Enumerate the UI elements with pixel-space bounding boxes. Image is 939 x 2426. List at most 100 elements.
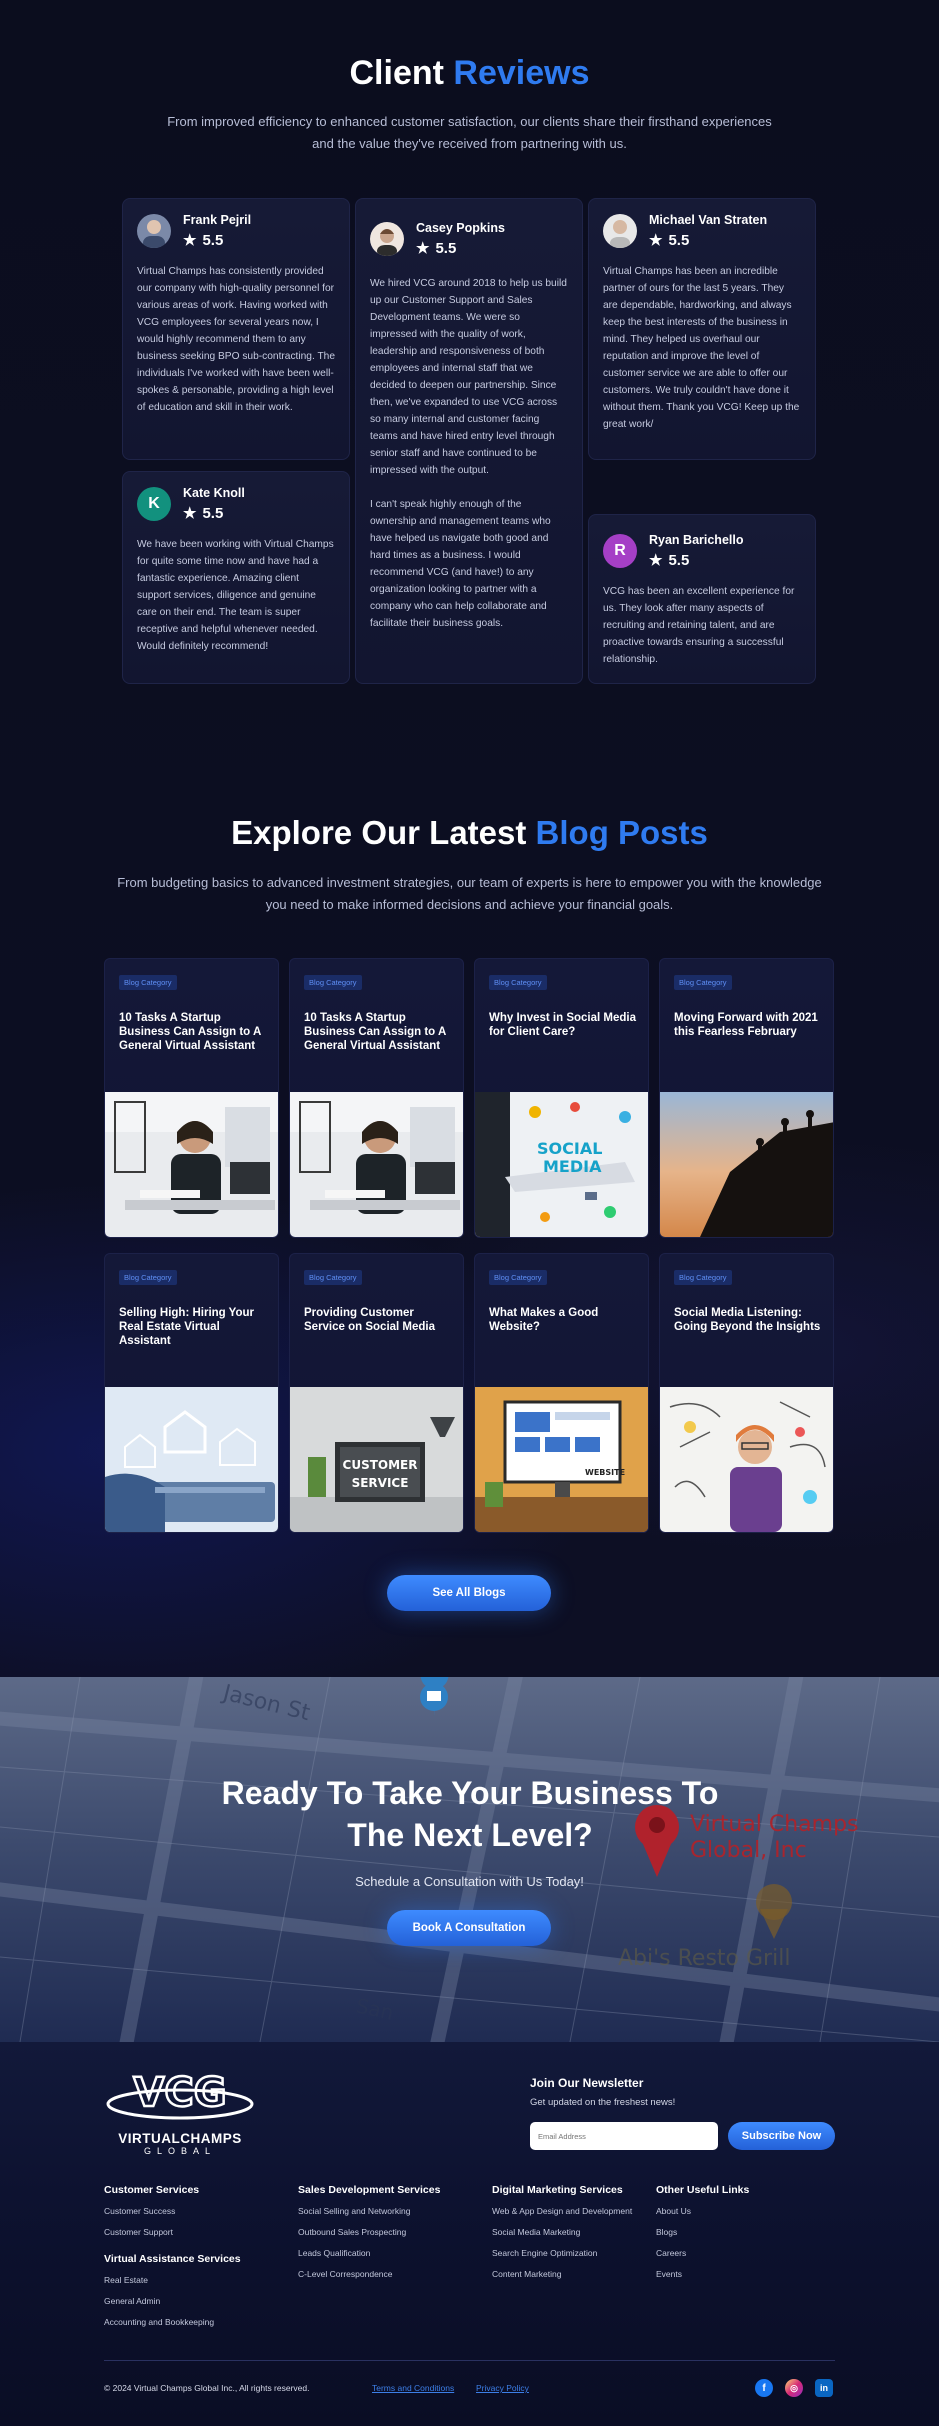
blog-title-text[interactable]: Providing Customer Service on Social Med… [304,1306,454,1334]
footer-link[interactable]: C-Level Correspondence [298,2269,393,2279]
review-card-frank: Frank Pejril ★ 5.5 Virtual Champs has con… [122,198,350,460]
rating: 5.5 [202,504,224,522]
star-icon: ★ [183,505,197,522]
review-card-kate: K Kate Knoll ★ 5.5 We have been working w… [122,471,350,684]
reviewer-name: Kate Knoll [183,486,245,500]
blog-card[interactable]: Blog Category Selling High: Hiring Your … [104,1253,279,1533]
newsletter-subtitle: Get updated on the freshest news! [530,2097,676,2108]
blog-category-badge[interactable]: Blog Category [119,975,177,990]
review-text: We hired VCG around 2018 to help us buil… [370,278,567,629]
blog-subtitle: From budgeting basics to advanced invest… [117,875,822,912]
blog-card[interactable]: Blog Category 10 Tasks A Startup Busines… [104,958,279,1238]
blog-title-text[interactable]: What Makes a Good Website? [489,1306,639,1334]
footer-link[interactable]: Real Estate [104,2275,148,2285]
subscribe-button[interactable]: Subscribe Now [728,2122,835,2150]
footer-link[interactable]: Search Engine Optimization [492,2248,597,2258]
footer-link[interactable]: Content Marketing [492,2269,561,2279]
facebook-icon[interactable]: f [755,2379,773,2397]
blog-card[interactable]: Blog Category Providing Customer Service… [289,1253,464,1533]
privacy-link[interactable]: Privacy Policy [476,2383,529,2393]
svg-text:SERVICE: SERVICE [352,1476,409,1490]
review-text: Virtual Champs has consistently provided… [137,266,336,413]
blog-category-badge[interactable]: Blog Category [489,975,547,990]
blog-card[interactable]: Blog Category Social Media Listening: Go… [659,1253,834,1533]
street-label: Jason St [219,1680,313,1726]
office-assistant-photo [105,1092,278,1237]
blog-category-badge[interactable]: Blog Category [304,975,362,990]
footer-link[interactable]: Events [656,2269,682,2279]
footer-column-title: Virtual Assistance Services [104,2253,241,2265]
footer-link[interactable]: About Us [656,2206,691,2216]
rating: 5.5 [668,231,690,249]
see-all-blogs-button[interactable]: See All Blogs [387,1575,551,1611]
blog-category-badge[interactable]: Blog Category [119,1270,177,1285]
reviews-subtitle: From improved efficiency to enhanced cus… [167,114,772,151]
logo-mark-icon: VCG [106,2069,254,2120]
social-listening-photo [660,1387,833,1532]
blog-title-text[interactable]: 10 Tasks A Startup Business Can Assign t… [119,1011,269,1053]
office-assistant-photo [290,1092,463,1237]
blog-card[interactable]: Blog Category Moving Forward with 2021 t… [659,958,834,1238]
website-photo: WEBSITE [475,1387,648,1532]
cta-section: Jason St San Virtual Champs Global, Inc … [0,1677,939,2042]
footer-link[interactable]: Web & App Design and Development [492,2206,632,2216]
linkedin-icon[interactable]: in [815,2379,833,2397]
blog-title-text[interactable]: Selling High: Hiring Your Real Estate Vi… [119,1306,269,1348]
blog-title-text[interactable]: Why Invest in Social Media for Client Ca… [489,1011,639,1039]
terms-link[interactable]: Terms and Conditions [372,2383,454,2393]
avatar [370,222,404,256]
vcg-logo[interactable]: VCG VIRTUALCHAMPS GLOBAL [104,2068,256,2158]
map-pin-icon [420,1677,449,1717]
star-icon: ★ [649,232,663,249]
footer-column-title: Sales Development Services [298,2184,441,2196]
footer-link[interactable]: Blogs [656,2227,677,2237]
footer-column-title: Other Useful Links [656,2184,750,2196]
avatar [603,214,637,248]
svg-text:VCG: VCG [133,2070,226,2116]
footer-link[interactable]: Customer Support [104,2227,173,2237]
svg-text:CUSTOMER: CUSTOMER [343,1458,418,1472]
footer: VCG VIRTUALCHAMPS GLOBAL Join Our Newsle… [0,2042,939,2426]
instagram-icon[interactable]: ◎ [785,2379,803,2397]
restaurant-pin-icon [756,1884,792,1939]
footer-link[interactable]: General Admin [104,2296,160,2306]
blog-category-badge[interactable]: Blog Category [674,1270,732,1285]
blog-title-text[interactable]: Moving Forward with 2021 this Fearless F… [674,1011,824,1039]
footer-link[interactable]: Social Media Marketing [492,2227,580,2237]
social-media-photo: SOCIAL MEDIA [475,1092,648,1237]
review-card-ryan: R Ryan Barichello ★ 5.5 VCG has been an e… [588,514,816,684]
footer-link[interactable]: Outbound Sales Prospecting [298,2227,406,2237]
avatar [137,214,171,248]
book-consultation-button[interactable]: Book A Consultation [387,1910,551,1946]
footer-link[interactable]: Social Selling and Networking [298,2206,410,2216]
footer-link[interactable]: Customer Success [104,2206,175,2216]
svg-text:SOCIAL: SOCIAL [537,1139,602,1158]
rating: 5.5 [668,551,690,569]
cta-title: Ready To Take Your Business To The Next … [221,1775,719,1853]
blog-category-badge[interactable]: Blog Category [674,975,732,990]
review-text: We have been working with Virtual Champs… [137,539,334,652]
reviewer-name: Casey Popkins [416,221,505,235]
blog-card[interactable]: Blog Category Why Invest in Social Media… [474,958,649,1238]
street-label: San [354,1993,396,2024]
reviews-title: Client Reviews [349,54,590,92]
avatar: R [603,534,637,568]
svg-text:WEBSITE: WEBSITE [585,1468,625,1477]
blog-card[interactable]: Blog Category What Makes a Good Website?… [474,1253,649,1533]
blog-section: Explore Our Latest Blog Posts From budge… [0,790,939,1670]
footer-link[interactable]: Leads Qualification [298,2248,370,2258]
footer-link[interactable]: Careers [656,2248,686,2258]
blog-title-text[interactable]: Social Media Listening: Going Beyond the… [674,1306,824,1334]
blog-category-badge[interactable]: Blog Category [489,1270,547,1285]
blog-title-text[interactable]: 10 Tasks A Startup Business Can Assign t… [304,1011,454,1053]
real-estate-photo [105,1387,278,1532]
reviews-section: Client Reviews From improved efficiency … [0,0,939,700]
footer-link[interactable]: Accounting and Bookkeeping [104,2317,214,2327]
star-icon: ★ [649,552,663,569]
climbers-sunset-photo [660,1092,833,1237]
map-background: Jason St San Virtual Champs Global, Inc … [0,1677,939,2042]
email-input[interactable] [530,2122,718,2150]
blog-title: Explore Our Latest Blog Posts [231,814,708,851]
blog-category-badge[interactable]: Blog Category [304,1270,362,1285]
blog-card[interactable]: Blog Category 10 Tasks A Startup Busines… [289,958,464,1238]
